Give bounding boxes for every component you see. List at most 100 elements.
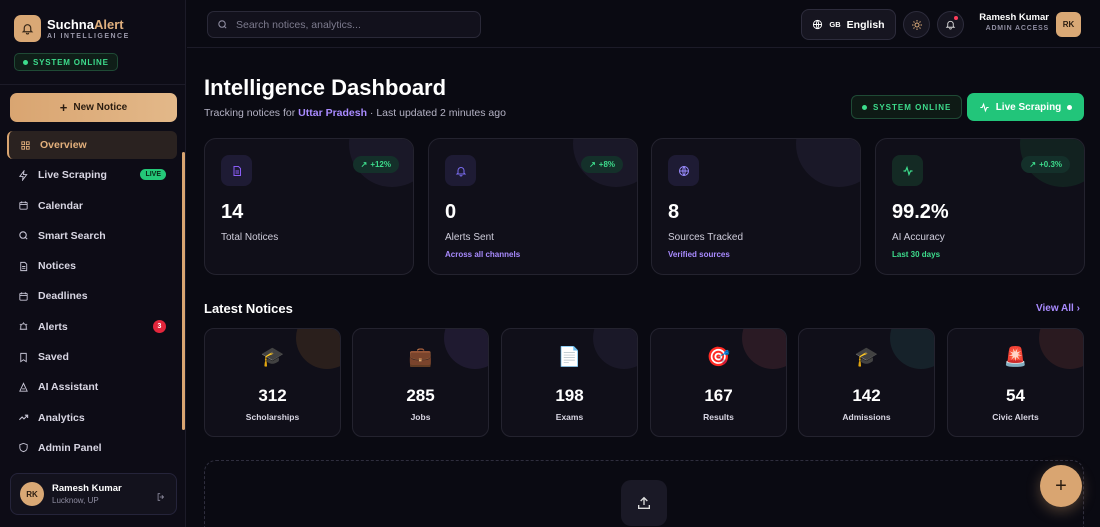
logout-icon[interactable]: [156, 489, 166, 507]
notification-dot: [954, 16, 958, 20]
status-dot-icon: [23, 59, 28, 65]
add-fab-button[interactable]: +: [1040, 465, 1082, 507]
top-bar: GB English Ramesh Kumar ADMIN ACCESS RK: [187, 0, 1100, 48]
trend-icon: [18, 412, 29, 423]
new-notice-label: New Notice: [73, 102, 128, 113]
count-badge: 3: [153, 319, 166, 333]
language-label: English: [846, 18, 885, 31]
sidebar-item-notices[interactable]: Notices: [7, 252, 177, 280]
category-card-civic-alerts[interactable]: 🚨 54 Civic Alerts: [947, 328, 1084, 437]
activity-icon: [892, 155, 923, 186]
stat-card[interactable]: ↗ +0.3% 99.2% AI Accuracy Last 30 days: [875, 138, 1085, 275]
user-location: Lucknow, UP: [52, 496, 99, 505]
brand[interactable]: SuchnaAlert AI INTELLIGENCE: [14, 15, 130, 42]
category-icon: 💼: [408, 347, 433, 368]
bell-icon: [14, 15, 41, 42]
new-notice-button[interactable]: + New Notice: [10, 93, 177, 122]
flag-code: GB: [829, 20, 841, 29]
system-status-label: SYSTEM ONLINE: [33, 57, 109, 67]
view-all-link[interactable]: View All ›: [1036, 303, 1080, 314]
subtitle-prefix: Tracking notices for: [204, 107, 299, 119]
search-icon: [218, 20, 227, 29]
sidebar-item-calendar[interactable]: Calendar: [7, 192, 177, 220]
sidebar-item-overview[interactable]: Overview: [7, 131, 177, 159]
live-dot-icon: [1067, 104, 1073, 110]
top-user-info[interactable]: Ramesh Kumar ADMIN ACCESS: [979, 12, 1049, 32]
sidebar-item-ai-assistant[interactable]: AI Assistant: [7, 373, 177, 401]
chevron-right-icon: ›: [1076, 303, 1080, 314]
trend-badge: ↗ +0.3%: [1021, 156, 1070, 173]
stat-card[interactable]: ↗ +12% 14 Total Notices: [204, 138, 414, 275]
alarm-icon: [18, 321, 29, 332]
sidebar-scrollbar[interactable]: [182, 152, 185, 430]
region-link[interactable]: Uttar Pradesh: [298, 107, 367, 119]
arrow-up-right-icon: ↗: [1029, 160, 1037, 169]
shield-icon: [18, 442, 29, 453]
sidebar-item-admin-panel[interactable]: Admin Panel: [7, 434, 177, 462]
live-badge: LIVE: [140, 169, 166, 181]
sidebar-item-label: Saved: [38, 351, 69, 364]
stat-sub: Last 30 days: [892, 250, 941, 259]
sidebar-item-analytics[interactable]: Analytics: [7, 404, 177, 432]
sidebar-item-smart-search[interactable]: Smart Search: [7, 222, 177, 250]
sidebar-item-label: AI Assistant: [38, 381, 99, 394]
category-label: Civic Alerts: [992, 412, 1039, 422]
sidebar-item-label: Notices: [38, 260, 76, 273]
sidebar-item-alerts[interactable]: Alerts 3: [7, 313, 177, 341]
live-scraping-button[interactable]: Live Scraping: [967, 93, 1084, 121]
avatar: RK: [20, 482, 44, 506]
user-card[interactable]: RK Ramesh Kumar Lucknow, UP: [10, 473, 177, 515]
upload-icon[interactable]: [621, 480, 667, 526]
category-count: 312: [258, 386, 287, 405]
page-subtitle: Tracking notices for Uttar Pradesh · Las…: [204, 107, 506, 119]
category-label: Scholarships: [245, 412, 300, 422]
stat-card[interactable]: ↗ +8% 0 Alerts Sent Across all channels: [428, 138, 638, 275]
theme-toggle-button[interactable]: [903, 11, 930, 38]
sidebar: SuchnaAlert AI INTELLIGENCE SYSTEM ONLIN…: [0, 0, 186, 527]
system-status-badge: SYSTEM ONLINE: [14, 53, 118, 71]
avatar[interactable]: RK: [1056, 12, 1081, 37]
trend-value: +12%: [370, 160, 391, 169]
stat-sub: Across all channels: [445, 250, 521, 259]
sun-icon: [911, 19, 922, 30]
bell-icon: [445, 155, 476, 186]
subtitle-suffix: · Last updated 2 minutes ago: [367, 107, 506, 119]
live-scraping-label: Live Scraping: [995, 101, 1062, 113]
category-card-results[interactable]: 🎯 167 Results: [650, 328, 787, 437]
stat-label: Sources Tracked: [668, 232, 744, 243]
trend-badge: ↗ +8%: [581, 156, 623, 173]
stat-card[interactable]: 8 Sources Tracked Verified sources: [651, 138, 861, 275]
decorative-blob: [796, 139, 860, 187]
category-card-scholarships[interactable]: 🎓 312 Scholarships: [204, 328, 341, 437]
grid-icon: [20, 140, 31, 151]
sidebar-item-label: Overview: [40, 139, 87, 151]
plus-icon: +: [59, 99, 68, 115]
category-icon: 📄: [557, 347, 582, 368]
arrow-up-right-icon: ↗: [589, 160, 596, 169]
document-icon: [221, 155, 252, 186]
divider: [0, 84, 186, 85]
sidebar-item-live-scraping[interactable]: Live Scraping LIVE: [7, 161, 177, 189]
search-box[interactable]: [207, 11, 481, 38]
search-input[interactable]: [236, 18, 466, 31]
sidebar-item-saved[interactable]: Saved: [7, 343, 177, 371]
notifications-button[interactable]: [937, 11, 964, 38]
category-icon: 🎯: [706, 347, 731, 368]
category-count: 167: [704, 386, 733, 405]
language-selector[interactable]: GB English: [801, 9, 896, 40]
category-count: 54: [1006, 386, 1025, 405]
category-card-jobs[interactable]: 💼 285 Jobs: [352, 328, 489, 437]
system-status-badge: SYSTEM ONLINE: [851, 95, 963, 119]
sidebar-item-label: Smart Search: [38, 229, 106, 242]
sidebar-item-label: Analytics: [38, 411, 85, 424]
category-card-admissions[interactable]: 🎓 142 Admissions: [798, 328, 935, 437]
category-label: Results: [703, 412, 734, 422]
category-count: 198: [555, 386, 584, 405]
section-title: Latest Notices: [204, 301, 293, 316]
category-card-exams[interactable]: 📄 198 Exams: [501, 328, 638, 437]
sidebar-item-label: Alerts: [38, 320, 68, 333]
sidebar-item-deadlines[interactable]: Deadlines: [7, 282, 177, 310]
stat-label: Alerts Sent: [445, 232, 494, 243]
view-all-label: View All: [1036, 303, 1074, 314]
system-status-label: SYSTEM ONLINE: [873, 102, 952, 112]
